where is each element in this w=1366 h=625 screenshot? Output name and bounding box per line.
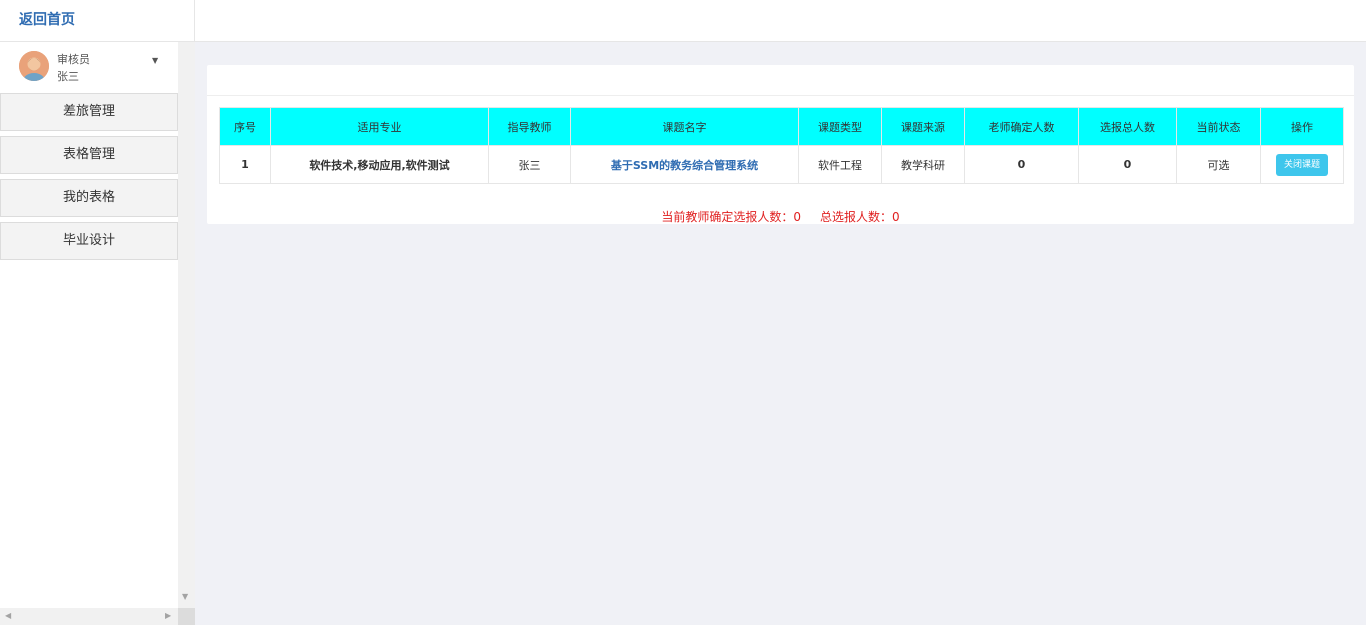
scroll-left-icon[interactable]: ◀ [5, 611, 11, 620]
header-status: 当前状态 [1176, 107, 1261, 146]
menu-item-my-forms[interactable]: 我的表格 [0, 179, 178, 217]
user-role: 审核员 [57, 53, 90, 66]
confirmed-count-text: 当前教师确定选报人数：0 [661, 210, 801, 224]
header-teacher: 指导教师 [488, 107, 571, 146]
horizontal-scrollbar[interactable]: ◀ ▶ [0, 608, 178, 625]
menu-item-graduation[interactable]: 毕业设计 [0, 222, 178, 260]
cell-total: 0 [1078, 145, 1177, 184]
home-link[interactable]: 返回首页 [0, 0, 195, 42]
header-total: 选报总人数 [1078, 107, 1177, 146]
cell-type: 软件工程 [798, 145, 882, 184]
table-header-row: 序号 适用专业 指导教师 课题名字 课题类型 课题来源 老师确定人数 选报总人数… [219, 107, 1344, 146]
cell-action: 关闭课题 [1260, 145, 1344, 184]
header-index: 序号 [219, 107, 271, 146]
menu-item-forms[interactable]: 表格管理 [0, 136, 178, 174]
vertical-scrollbar[interactable]: ▼ [178, 42, 195, 608]
cell-index: 1 [219, 145, 271, 184]
topic-table: 序号 适用专业 指导教师 课题名字 课题类型 课题来源 老师确定人数 选报总人数… [219, 107, 1344, 184]
header-majors: 适用专业 [270, 107, 489, 146]
header-topic: 课题名字 [570, 107, 799, 146]
cell-teacher: 张三 [488, 145, 571, 184]
user-panel: 审核员 张三 ▼ [0, 42, 178, 92]
total-count-text: 总选报人数：0 [820, 210, 900, 224]
sidebar: 审核员 张三 ▼ 差旅管理 表格管理 我的表格 毕业设计 ▼ ◀ ▶ [0, 42, 195, 625]
caret-down-icon[interactable]: ▼ [152, 56, 158, 65]
avatar [19, 51, 49, 81]
scrollbar-corner [178, 608, 195, 625]
menu-item-travel[interactable]: 差旅管理 [0, 93, 178, 131]
header-type: 课题类型 [798, 107, 882, 146]
cell-source: 教学科研 [881, 145, 965, 184]
close-topic-button[interactable]: 关闭课题 [1276, 153, 1328, 176]
cell-confirmed: 0 [964, 145, 1079, 184]
topic-card: 序号 适用专业 指导教师 课题名字 课题类型 课题来源 老师确定人数 选报总人数… [207, 65, 1354, 224]
table-row: 1 软件技术,移动应用,软件测试 张三 基于SSM的教务综合管理系统 软件工程 … [219, 145, 1344, 184]
user-name: 张三 [57, 70, 79, 83]
cell-majors: 软件技术,移动应用,软件测试 [270, 145, 489, 184]
scroll-down-icon[interactable]: ▼ [182, 592, 188, 601]
cell-status: 可选 [1176, 145, 1261, 184]
header-confirmed: 老师确定人数 [964, 107, 1079, 146]
card-header [207, 65, 1354, 96]
topic-link[interactable]: 基于SSM的教务综合管理系统 [611, 159, 758, 172]
top-bar: 返回首页 [0, 0, 1366, 42]
cell-topic: 基于SSM的教务综合管理系统 [570, 145, 799, 184]
summary-line: 当前教师确定选报人数：0 总选报人数：0 [207, 208, 1354, 225]
scroll-right-icon[interactable]: ▶ [165, 611, 171, 620]
header-action: 操作 [1260, 107, 1344, 146]
header-source: 课题来源 [881, 107, 965, 146]
sidebar-content: 审核员 张三 ▼ 差旅管理 表格管理 我的表格 毕业设计 [0, 42, 178, 608]
